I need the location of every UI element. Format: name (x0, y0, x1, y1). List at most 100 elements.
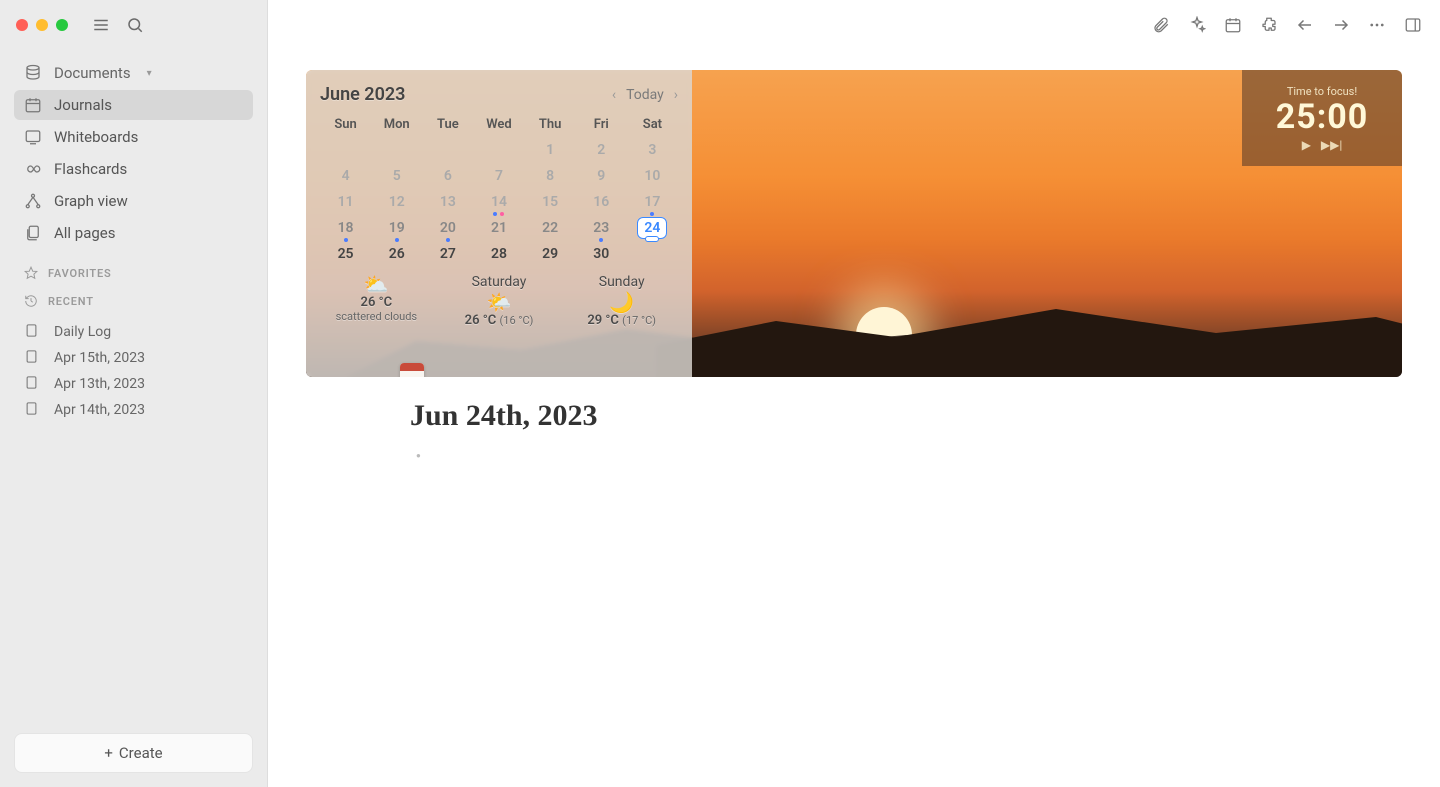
calendar-day[interactable]: 13 (422, 190, 473, 216)
infinity-icon (24, 160, 42, 178)
calendar-day[interactable]: 8 (525, 164, 576, 190)
skip-icon[interactable]: ▶▶| (1321, 138, 1342, 152)
calendar-day[interactable]: 4 (320, 164, 371, 190)
calendar-day (371, 138, 422, 164)
create-button[interactable]: + Create (14, 733, 253, 773)
recent-label: Apr 14th, 2023 (54, 402, 145, 418)
calendar-day[interactable]: 27 (422, 242, 473, 268)
weather-temp: 26 °C (324, 295, 429, 310)
calendar-day[interactable]: 10 (627, 164, 678, 190)
calendar-day[interactable]: 14 (473, 190, 524, 216)
nav-label: Whiteboards (54, 128, 138, 146)
sparkle-icon[interactable] (1188, 16, 1206, 34)
calendar-day[interactable]: 18 (320, 216, 371, 242)
weather-low: 16 °C (503, 314, 529, 327)
page-title: Jun 24th, 2023 (410, 399, 1402, 433)
calendar-day[interactable]: 7 (473, 164, 524, 190)
panel-right-icon[interactable] (1404, 16, 1422, 34)
calendar-day[interactable]: 17 (627, 190, 678, 216)
recent-item[interactable]: Apr 13th, 2023 (14, 372, 253, 396)
calendar-day[interactable]: 23 (576, 216, 627, 242)
calendar-toolbar-icon[interactable] (1224, 16, 1242, 34)
section-label: RECENT (48, 295, 94, 308)
calendar-day[interactable]: 9 (576, 164, 627, 190)
nav-graph[interactable]: Graph view (14, 186, 253, 216)
calendar-next-icon[interactable]: › (674, 87, 678, 103)
weather-temp: 29 °C (587, 313, 619, 328)
calendar-day[interactable]: 6 (422, 164, 473, 190)
calendar-day (422, 138, 473, 164)
nav-flashcards[interactable]: Flashcards (14, 154, 253, 184)
menu-icon[interactable] (88, 12, 114, 38)
pomodoro-time: 25:00 (1276, 100, 1369, 134)
calendar-day-header: Fri (576, 113, 627, 138)
recent-header[interactable]: RECENT (0, 284, 267, 312)
maximize-window[interactable] (56, 19, 68, 31)
minimize-window[interactable] (36, 19, 48, 31)
banner: June 2023 ‹ Today › SunMonTueWedThuFriSa… (306, 70, 1402, 377)
weather-desc: scattered clouds (324, 310, 429, 323)
weather-icon: 🌤️ (487, 290, 512, 314)
calendar-day-header: Sun (320, 113, 371, 138)
weather-icon: 🌙 (609, 290, 634, 314)
calendar-day[interactable]: 19 (371, 216, 422, 242)
recent-item[interactable]: Daily Log (14, 320, 253, 344)
calendar-today-button[interactable]: Today (626, 87, 664, 103)
calendar-day[interactable]: 29 (525, 242, 576, 268)
calendar-day (320, 138, 371, 164)
calendar-day[interactable]: 25 (320, 242, 371, 268)
play-icon[interactable]: ▶ (1302, 138, 1311, 152)
calendar-day[interactable]: 24 (627, 216, 678, 242)
recent-item[interactable]: Apr 15th, 2023 (14, 346, 253, 370)
nav-documents[interactable]: Documents ▾ (14, 58, 253, 88)
calendar-day[interactable]: 12 (371, 190, 422, 216)
sidebar: Documents ▾ Journals Whiteboards Flashca… (0, 0, 268, 787)
calendar-day[interactable]: 15 (525, 190, 576, 216)
close-window[interactable] (16, 19, 28, 31)
weather-saturday: Saturday 🌤️ 26 °C (16 °C) (447, 274, 552, 328)
calendar-day[interactable]: 3 (627, 138, 678, 164)
calendar-widget: June 2023 ‹ Today › SunMonTueWedThuFriSa… (306, 70, 692, 377)
nav-label: All pages (54, 224, 116, 242)
calendar-day[interactable]: 20 (422, 216, 473, 242)
more-icon[interactable] (1368, 16, 1386, 34)
calendar-day[interactable]: 26 (371, 242, 422, 268)
calendar-prev-icon[interactable]: ‹ (612, 87, 616, 103)
plugin-icon[interactable] (1260, 16, 1278, 34)
nav-journals[interactable]: Journals (14, 90, 253, 120)
favorites-header[interactable]: FAVORITES (0, 256, 267, 284)
weather-temp: 26 °C (465, 313, 497, 328)
window-titlebar (0, 0, 267, 50)
pomodoro-timer[interactable]: Time to focus! 25:00 ▶ ▶▶| (1242, 70, 1402, 166)
pomodoro-label: Time to focus! (1287, 85, 1357, 98)
calendar-day-header: Wed (473, 113, 524, 138)
recent-item[interactable]: Apr 14th, 2023 (14, 398, 253, 422)
date-badge-day: 17 (400, 375, 424, 377)
database-icon (24, 64, 42, 82)
back-icon[interactable] (1296, 16, 1314, 34)
calendar-day (473, 138, 524, 164)
nav-whiteboards[interactable]: Whiteboards (14, 122, 253, 152)
attachment-icon[interactable] (1152, 16, 1170, 34)
calendar-day[interactable]: 11 (320, 190, 371, 216)
calendar-day[interactable]: 16 (576, 190, 627, 216)
calendar-grid: SunMonTueWedThuFriSat1234567891011121314… (320, 113, 678, 268)
calendar-day[interactable]: 30 (576, 242, 627, 268)
forward-icon[interactable] (1332, 16, 1350, 34)
calendar-day[interactable]: 2 (576, 138, 627, 164)
weather-low: 17 °C (626, 314, 652, 327)
nav-label: Graph view (54, 192, 128, 210)
calendar-day[interactable]: 5 (371, 164, 422, 190)
nav-all-pages[interactable]: All pages (14, 218, 253, 248)
editor-block[interactable]: ● (416, 451, 1402, 460)
star-icon (24, 266, 38, 280)
page-icon (24, 375, 42, 393)
calendar-day[interactable]: 1 (525, 138, 576, 164)
search-icon[interactable] (122, 12, 148, 38)
calendar-icon (24, 96, 42, 114)
calendar-day[interactable]: 28 (473, 242, 524, 268)
calendar-day[interactable]: 21 (473, 216, 524, 242)
weather-day: Saturday (447, 274, 552, 290)
date-badge[interactable]: 17 (400, 363, 424, 377)
calendar-day[interactable]: 22 (525, 216, 576, 242)
